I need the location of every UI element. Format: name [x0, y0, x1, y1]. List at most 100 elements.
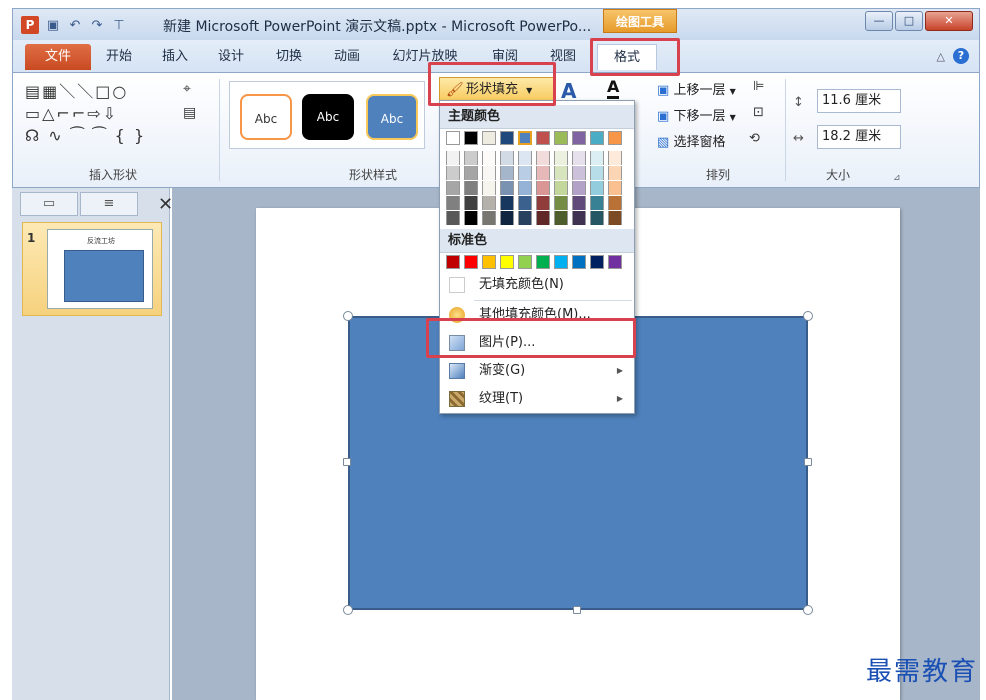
group-icon[interactable]: ⊡ [753, 105, 764, 120]
theme-shade-swatch[interactable] [590, 151, 604, 165]
align-icon[interactable]: ⊫ [753, 79, 764, 94]
theme-shade-swatch[interactable] [554, 196, 568, 210]
more-fill-colors-item[interactable]: 其他填充颜色(M)... [441, 301, 633, 329]
edit-shape-icon[interactable]: ⌖ [183, 81, 191, 97]
tab-slides[interactable]: ▭ [20, 192, 78, 216]
theme-shade-swatch[interactable] [482, 151, 496, 165]
theme-shade-swatch[interactable] [590, 181, 604, 195]
minimize-button[interactable]: — [865, 11, 893, 31]
theme-shade-swatch[interactable] [554, 151, 568, 165]
theme-shade-swatch[interactable] [554, 166, 568, 180]
theme-shade-swatch[interactable] [464, 196, 478, 210]
theme-shade-swatch[interactable] [590, 196, 604, 210]
theme-shade-swatch[interactable] [446, 151, 460, 165]
theme-shade-swatch[interactable] [554, 181, 568, 195]
theme-color-swatch[interactable] [572, 131, 586, 145]
close-pane-icon[interactable]: ✕ [158, 194, 173, 215]
undo-icon[interactable]: ↶ [67, 18, 83, 33]
theme-shade-swatch[interactable] [536, 166, 550, 180]
theme-shade-swatch[interactable] [536, 196, 550, 210]
theme-shade-swatch[interactable] [518, 151, 532, 165]
theme-shade-swatch[interactable] [554, 211, 568, 225]
standard-color-swatch[interactable] [536, 255, 550, 269]
theme-shade-swatch[interactable] [608, 166, 622, 180]
resize-handle-top-left[interactable] [343, 311, 353, 321]
theme-shade-swatch[interactable] [446, 166, 460, 180]
rotate-icon[interactable]: ⟲ [749, 131, 760, 146]
theme-shade-swatch[interactable] [518, 211, 532, 225]
no-fill-item[interactable]: 无填充颜色(N) [441, 271, 633, 299]
style-option-1[interactable]: Abc [240, 94, 292, 140]
resize-handle-right[interactable] [804, 458, 812, 466]
tab-slideshow[interactable]: 幻灯片放映 [385, 44, 465, 70]
theme-shade-swatch[interactable] [446, 181, 460, 195]
theme-shade-swatch[interactable] [518, 166, 532, 180]
theme-shade-swatch[interactable] [464, 211, 478, 225]
theme-shade-swatch[interactable] [500, 166, 514, 180]
theme-shade-swatch[interactable] [500, 211, 514, 225]
theme-shade-swatch[interactable] [608, 196, 622, 210]
standard-color-swatch[interactable] [446, 255, 460, 269]
picture-fill-item[interactable]: 图片(P)... [441, 329, 633, 357]
tab-insert[interactable]: 插入 [149, 44, 201, 70]
standard-color-swatch[interactable] [554, 255, 568, 269]
shapes-row-3[interactable]: ☊ ∿ ⁀ ⁀ { } [25, 125, 175, 147]
tab-review[interactable]: 审阅 [479, 44, 531, 70]
shape-height-field[interactable]: 11.6 厘米 [817, 89, 901, 113]
standard-color-swatch[interactable] [500, 255, 514, 269]
size-dialog-launcher-icon[interactable]: ⊿ [893, 173, 901, 183]
theme-shade-swatch[interactable] [464, 151, 478, 165]
slide-thumbnail[interactable]: 1 反流工坊 [22, 222, 162, 316]
theme-shade-swatch[interactable] [608, 151, 622, 165]
bring-forward-button[interactable]: ▣ 上移一层 ▼ [657, 79, 736, 98]
tab-view[interactable]: 视图 [537, 44, 589, 70]
theme-shade-swatch[interactable] [482, 181, 496, 195]
powerpoint-app-icon[interactable]: P [21, 16, 39, 34]
tab-transitions[interactable]: 切换 [263, 44, 315, 70]
theme-shade-swatch[interactable] [572, 211, 586, 225]
theme-shade-swatch[interactable] [536, 151, 550, 165]
theme-color-swatch[interactable] [554, 131, 568, 145]
help-icon[interactable]: ? [953, 48, 969, 64]
standard-color-swatch[interactable] [482, 255, 496, 269]
standard-color-swatch[interactable] [608, 255, 622, 269]
save-icon[interactable]: ▣ [45, 18, 61, 33]
tab-design[interactable]: 设计 [205, 44, 257, 70]
close-button[interactable]: ✕ [925, 11, 973, 31]
theme-color-swatch[interactable] [464, 131, 478, 145]
shapes-gallery[interactable]: ▤▦＼＼□○ ▭△⌐⌐⇨⇩ ☊ ∿ ⁀ ⁀ { } [25, 81, 175, 147]
theme-shade-swatch[interactable] [500, 196, 514, 210]
theme-color-swatch[interactable] [536, 131, 550, 145]
theme-shade-swatch[interactable] [464, 166, 478, 180]
theme-shade-swatch[interactable] [536, 181, 550, 195]
theme-shade-swatch[interactable] [572, 196, 586, 210]
standard-color-swatch[interactable] [464, 255, 478, 269]
theme-shade-swatch[interactable] [572, 166, 586, 180]
theme-shade-swatch[interactable] [608, 211, 622, 225]
style-option-2[interactable]: Abc [302, 94, 354, 140]
theme-color-swatch[interactable] [608, 131, 622, 145]
theme-shade-swatch[interactable] [572, 181, 586, 195]
theme-shade-swatch[interactable] [500, 151, 514, 165]
theme-shade-swatch[interactable] [590, 166, 604, 180]
standard-color-swatch[interactable] [572, 255, 586, 269]
tab-format[interactable]: 格式 [597, 44, 657, 70]
theme-shade-swatch[interactable] [572, 151, 586, 165]
theme-color-swatch[interactable] [590, 131, 604, 145]
theme-color-swatch[interactable] [446, 131, 460, 145]
resize-handle-left[interactable] [343, 458, 351, 466]
theme-shade-swatch[interactable] [446, 196, 460, 210]
theme-shade-swatch[interactable] [536, 211, 550, 225]
tab-file[interactable]: 文件 [25, 44, 91, 70]
style-option-3[interactable]: Abc [366, 94, 418, 140]
send-backward-button[interactable]: ▣ 下移一层 ▼ [657, 105, 736, 124]
maximize-button[interactable]: □ [895, 11, 923, 31]
theme-shade-swatch[interactable] [608, 181, 622, 195]
resize-handle-top-right[interactable] [803, 311, 813, 321]
collapse-ribbon-icon[interactable]: △ [937, 50, 945, 63]
theme-shade-swatch[interactable] [482, 211, 496, 225]
theme-shade-swatch[interactable] [482, 196, 496, 210]
tab-animations[interactable]: 动画 [321, 44, 373, 70]
selection-pane-button[interactable]: ▧ 选择窗格 [657, 131, 725, 150]
theme-color-swatch[interactable] [500, 131, 514, 145]
